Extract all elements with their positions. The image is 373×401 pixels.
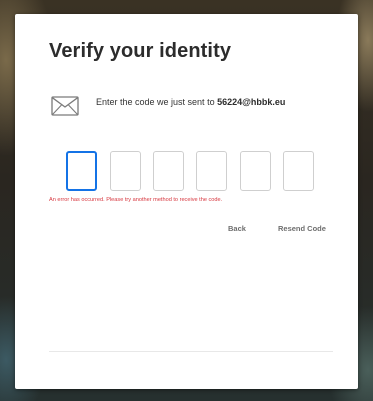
error-message: An error has occurred. Please try anothe… xyxy=(49,197,223,203)
code-sent-email: 56224@hbbk.eu xyxy=(217,97,286,107)
code-digit-3[interactable] xyxy=(153,151,184,191)
code-digit-1[interactable] xyxy=(66,151,97,191)
code-digit-2[interactable] xyxy=(110,151,141,191)
code-digit-5[interactable] xyxy=(240,151,271,191)
envelope-icon xyxy=(51,96,79,116)
page-title: Verify your identity xyxy=(49,40,232,62)
divider xyxy=(49,351,333,352)
code-digit-6[interactable] xyxy=(283,151,314,191)
code-digit-4[interactable] xyxy=(196,151,227,191)
resend-code-button[interactable]: Resend Code xyxy=(278,224,326,233)
back-button[interactable]: Back xyxy=(228,224,246,233)
verify-identity-dialog: Verify your identity Enter the code we j… xyxy=(15,14,358,389)
code-sent-message: Enter the code we just sent to 56224@hbb… xyxy=(96,97,285,107)
code-sent-prefix: Enter the code we just sent to xyxy=(96,97,218,107)
code-input-row xyxy=(66,151,317,193)
